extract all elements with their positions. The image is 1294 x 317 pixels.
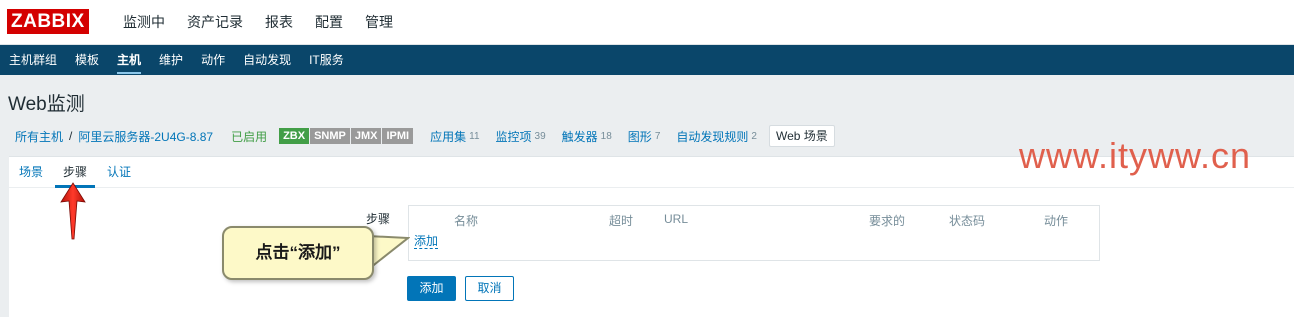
items-count: 39 — [534, 130, 546, 142]
sub-nav-bar: 主机群组 模板 主机 维护 动作 自动发现 IT服务 — [0, 45, 1294, 75]
top-bar: ZABBIX 监测中 资产记录 报表 配置 管理 — [0, 0, 1294, 45]
applications-count: 11 — [469, 130, 480, 142]
column-header-url: URL — [664, 212, 689, 226]
watermark-text: www.ityww.cn — [1019, 135, 1252, 176]
discovery-rules-count: 2 — [751, 130, 757, 142]
discovery-rules-link[interactable]: 自动发现规则 — [676, 128, 748, 145]
column-header-status-code: 状态码 — [949, 214, 986, 228]
main-menu: 监测中 资产记录 报表 配置 管理 — [112, 0, 404, 44]
graphs-link[interactable]: 图形 — [628, 128, 652, 145]
submenu-hosts[interactable]: 主机 — [108, 45, 150, 75]
menu-configuration[interactable]: 配置 — [304, 0, 354, 44]
triggers-link[interactable]: 触发器 — [562, 128, 598, 145]
callout-bubble: 点击“添加” — [222, 226, 374, 280]
red-up-arrow-icon — [60, 182, 86, 240]
host-breadcrumb: 所有主机 / 阿里云服务器-2U4G-8.87 已启用 ZBX SNMP JMX… — [15, 124, 835, 148]
column-header-required: 要求的 — [869, 214, 906, 228]
column-header-name: 名称 — [454, 214, 479, 228]
host-status[interactable]: 已启用 — [231, 128, 267, 145]
callout-pointer — [368, 234, 410, 270]
menu-monitoring[interactable]: 监测中 — [112, 0, 176, 44]
submenu-it-services[interactable]: IT服务 — [300, 45, 353, 75]
jmx-badge: JMX — [350, 128, 382, 144]
graphs-count: 7 — [654, 130, 661, 142]
add-step-link[interactable]: 添加 — [414, 235, 439, 249]
web-scenarios-tab[interactable]: Web 场景 — [768, 125, 835, 147]
menu-reports[interactable]: 报表 — [254, 0, 304, 44]
submenu-templates[interactable]: 模板 — [66, 45, 108, 75]
menu-inventory[interactable]: 资产记录 — [176, 0, 254, 44]
zbx-badge: ZBX — [279, 128, 310, 144]
steps-table: 名称 超时 URL 要求的 状态码 动作 添加 — [408, 205, 1100, 261]
zabbix-logo[interactable]: ZABBIX — [7, 9, 89, 34]
add-button[interactable]: 添加 — [407, 276, 456, 301]
applications-link[interactable]: 应用集 — [430, 128, 466, 145]
items-link[interactable]: 监控项 — [496, 128, 532, 145]
tab-authentication[interactable]: 认证 — [97, 157, 141, 187]
host-name-link[interactable]: 阿里云服务器-2U4G-8.87 — [78, 128, 213, 145]
sub-menu: 主机群组 模板 主机 维护 动作 自动发现 IT服务 — [0, 45, 353, 75]
form-panel: 场景 步骤 认证 步骤 名称 超时 URL 要求的 状态码 动作 添加 添加 取… — [9, 156, 1294, 317]
submenu-discovery[interactable]: 自动发现 — [234, 45, 300, 75]
page-title: Web监测 — [8, 94, 85, 115]
submenu-actions[interactable]: 动作 — [192, 45, 234, 75]
breadcrumb-separator: / — [69, 129, 73, 143]
menu-administration[interactable]: 管理 — [354, 0, 404, 44]
column-header-actions: 动作 — [1044, 214, 1069, 228]
steps-field-label: 步骤 — [366, 212, 391, 226]
all-hosts-link[interactable]: 所有主机 — [15, 128, 63, 145]
tab-scenario[interactable]: 场景 — [9, 157, 53, 187]
ipmi-badge: IPMI — [382, 128, 414, 144]
column-header-timeout: 超时 — [609, 214, 634, 228]
triggers-count: 18 — [600, 130, 612, 142]
snmp-badge: SNMP — [310, 128, 350, 144]
availability-tags: ZBX SNMP JMX IPMI — [279, 128, 414, 144]
cancel-button[interactable]: 取消 — [465, 276, 514, 301]
submenu-maintenance[interactable]: 维护 — [150, 45, 192, 75]
submenu-host-groups[interactable]: 主机群组 — [0, 45, 66, 75]
